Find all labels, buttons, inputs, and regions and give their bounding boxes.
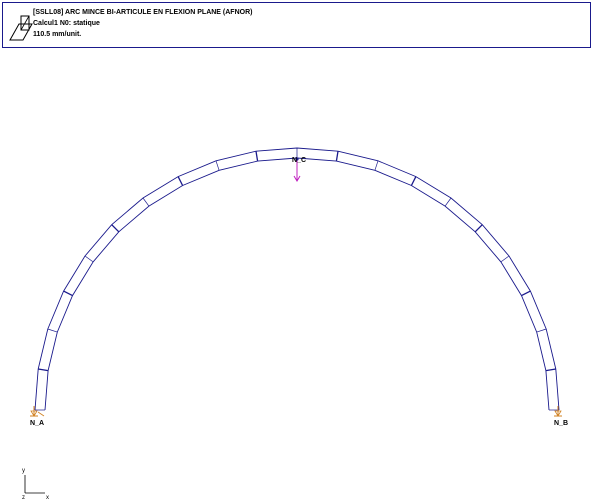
arch-intrados-line [44, 157, 550, 411]
axis-y-label: y [22, 468, 25, 474]
element-divider [177, 176, 184, 186]
element-divider [410, 176, 417, 186]
structure-view: N_A N_B N_C y z x [22, 147, 568, 500]
support-b-icon [554, 406, 562, 417]
axis-triad: y z x [22, 468, 49, 500]
arch-elements [34, 147, 560, 411]
element-divider [111, 224, 120, 233]
element-divider [536, 328, 547, 333]
element-divider [545, 368, 556, 372]
support-a-icon [30, 406, 45, 417]
node-b-label: N_B [554, 420, 568, 427]
element-divider [47, 328, 58, 333]
arch-extrados-line [34, 147, 560, 411]
element-divider [474, 224, 483, 233]
element-divider [255, 151, 259, 162]
element-divider [335, 151, 339, 162]
element-divider [521, 290, 531, 297]
element-divider [444, 197, 452, 207]
element-divider [142, 197, 150, 207]
element-divider [38, 368, 49, 372]
element-divider [84, 255, 94, 263]
element-divider [500, 255, 510, 263]
axis-z-label: z [22, 495, 25, 500]
node-a-label: N_A [30, 420, 44, 427]
node-c-label: N_C [292, 157, 306, 164]
element-divider [374, 160, 379, 171]
element-divider [63, 290, 73, 297]
element-divider [215, 160, 220, 171]
axis-x-label: x [46, 495, 49, 500]
